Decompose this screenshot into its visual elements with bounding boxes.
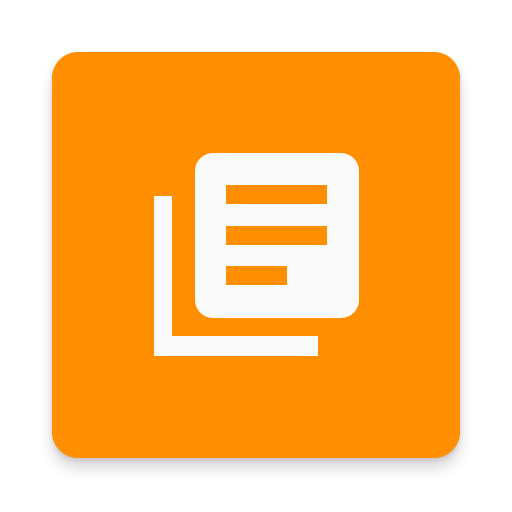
launcher-canvas [0, 0, 512, 512]
library-books-icon [154, 153, 359, 356]
text-line-1 [226, 185, 327, 204]
app-launcher-icon[interactable] [52, 52, 460, 458]
text-line-2 [226, 226, 327, 245]
text-line-3 [226, 266, 287, 285]
